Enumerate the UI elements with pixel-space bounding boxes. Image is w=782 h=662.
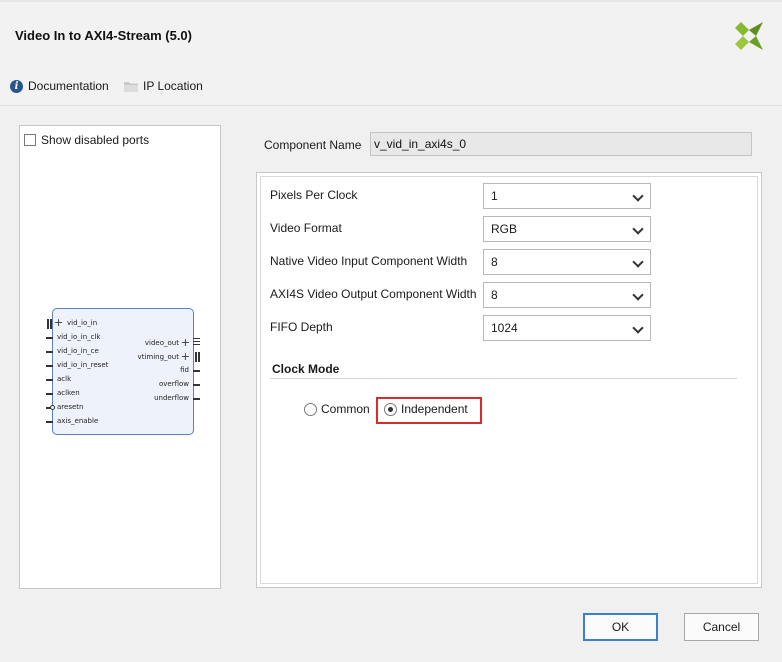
- pixels-per-clock-value: 1: [491, 189, 498, 203]
- chevron-down-icon: [632, 289, 644, 301]
- links-bar: i Documentation IP Location: [0, 69, 782, 106]
- port-label: vid_io_in_reset: [57, 361, 109, 369]
- ip-location-link[interactable]: IP Location: [124, 79, 203, 93]
- native-video-width-label: Native Video Input Component Width: [270, 254, 468, 268]
- symbol-panel: Show disabled ports + vid_io_in vid_io_i…: [19, 125, 221, 589]
- port-label: aclk: [57, 375, 72, 383]
- port-label: vid_io_in_clk: [57, 333, 101, 341]
- dialog-title: Video In to AXI4-Stream (5.0): [15, 28, 192, 43]
- axi4s-output-width-select[interactable]: 8: [483, 282, 651, 308]
- chevron-down-icon: [632, 322, 644, 334]
- port-label: overflow: [158, 380, 189, 388]
- port-label: fid: [180, 366, 189, 374]
- cancel-button[interactable]: Cancel: [684, 613, 759, 641]
- native-video-width-value: 8: [491, 255, 498, 269]
- axi4s-output-width-label: AXI4S Video Output Component Width: [270, 287, 477, 301]
- port-expand-icon[interactable]: +: [181, 351, 190, 362]
- chevron-down-icon: [632, 223, 644, 235]
- clock-mode-common-label: Common: [321, 402, 370, 416]
- port-label: aclken: [57, 389, 80, 397]
- fifo-depth-value: 1024: [491, 321, 518, 335]
- radio-circle: [304, 402, 317, 416]
- folder-icon: [124, 81, 138, 92]
- ok-button[interactable]: OK: [583, 613, 658, 641]
- port-expand-icon[interactable]: +: [54, 317, 63, 328]
- clock-mode-common-radio[interactable]: Common: [304, 402, 370, 416]
- show-disabled-ports-checkbox[interactable]: Show disabled ports: [24, 133, 149, 147]
- native-video-width-select[interactable]: 8: [483, 249, 651, 275]
- clock-mode-title: Clock Mode: [272, 362, 340, 376]
- title-bar: Video In to AXI4-Stream (5.0): [0, 0, 782, 70]
- chevron-down-icon: [632, 256, 644, 268]
- fifo-depth-select[interactable]: 1024: [483, 315, 651, 341]
- documentation-label: Documentation: [28, 79, 109, 93]
- port-label: underflow: [154, 394, 189, 402]
- show-disabled-ports-label: Show disabled ports: [41, 133, 150, 147]
- port-label: video_out: [144, 339, 179, 347]
- video-format-select[interactable]: RGB: [483, 216, 651, 242]
- component-name-field[interactable]: v_vid_in_axi4s_0: [370, 132, 752, 156]
- pixels-per-clock-select[interactable]: 1: [483, 183, 651, 209]
- port-label: aresetn: [57, 403, 84, 411]
- xilinx-logo-icon: [735, 22, 763, 50]
- info-icon: i: [10, 79, 23, 93]
- port-label: vid_io_in: [67, 319, 98, 327]
- port-expand-icon[interactable]: +: [181, 337, 190, 348]
- ip-location-label: IP Location: [143, 79, 203, 93]
- documentation-link[interactable]: i Documentation: [10, 79, 109, 93]
- highlight-box: [376, 397, 482, 424]
- fifo-depth-label: FIFO Depth: [270, 320, 333, 334]
- video-format-value: RGB: [491, 222, 518, 236]
- component-name-label: Component Name: [264, 138, 362, 152]
- section-divider: [270, 378, 737, 379]
- port-label: axis_enable: [57, 417, 99, 425]
- port-label: vid_io_in_ce: [57, 347, 99, 355]
- pixels-per-clock-label: Pixels Per Clock: [270, 188, 358, 202]
- ip-block-symbol: + vid_io_in vid_io_in_clk vid_io_in_ce v…: [46, 308, 200, 435]
- video-format-label: Video Format: [270, 221, 342, 235]
- chevron-down-icon: [632, 190, 644, 202]
- port-label: vtiming_out: [137, 353, 179, 361]
- checkbox-box: [24, 134, 36, 146]
- axi4s-output-width-value: 8: [491, 288, 498, 302]
